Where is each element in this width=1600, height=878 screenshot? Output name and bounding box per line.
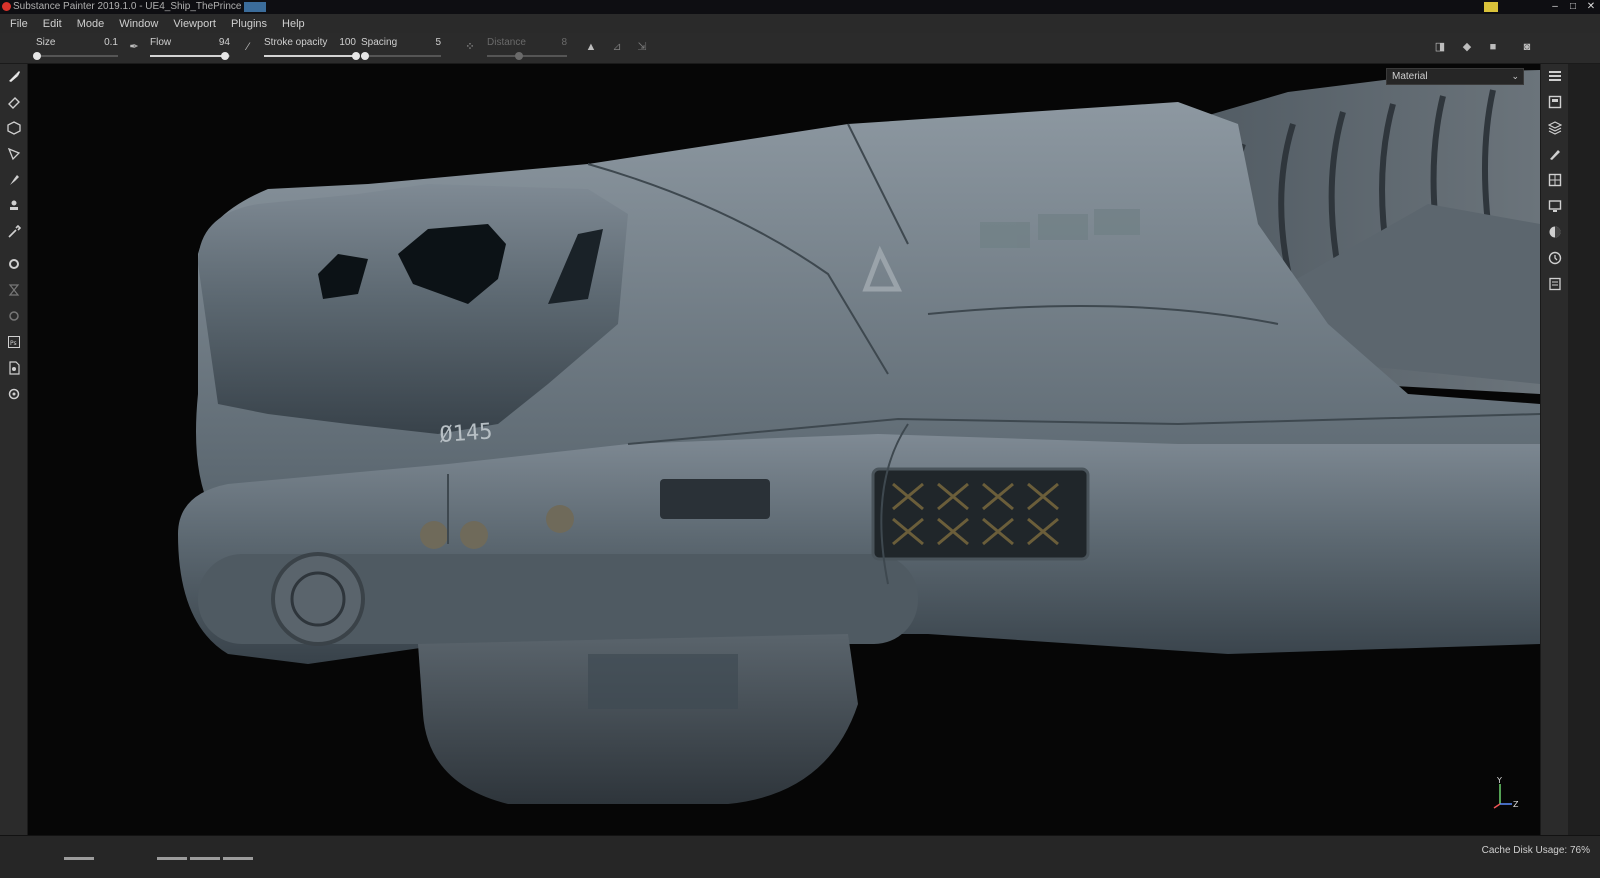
menu-window[interactable]: Window: [113, 18, 164, 30]
round-port: [546, 505, 574, 533]
app-logo-icon: [2, 2, 11, 11]
video-record-icon[interactable]: ■: [1485, 39, 1501, 55]
camera-mode-icon[interactable]: ◆: [1459, 39, 1475, 55]
alignment-icon[interactable]: ⊿: [609, 39, 625, 55]
display-mode-dropdown[interactable]: Material ⌄: [1386, 68, 1524, 85]
projection-icon[interactable]: [4, 118, 24, 138]
svg-text:Ps: Ps: [10, 340, 17, 347]
menu-viewport[interactable]: Viewport: [167, 18, 222, 30]
bake-settings-icon[interactable]: [4, 254, 24, 274]
svg-text:Z: Z: [1513, 800, 1519, 809]
size-value[interactable]: 0.1: [104, 37, 118, 48]
distance-slider: Distance 8: [487, 36, 567, 62]
right-dock-strip: [1568, 64, 1600, 835]
display-settings-icon[interactable]: [1545, 170, 1565, 190]
cycle-icon[interactable]: [4, 306, 24, 326]
backface-culling-icon[interactable]: ⇲: [634, 39, 650, 55]
layers-icon[interactable]: [1545, 118, 1565, 138]
minimize-icon[interactable]: –: [1546, 0, 1564, 14]
maximize-icon[interactable]: □: [1564, 0, 1582, 14]
shader-settings-icon[interactable]: [1545, 222, 1565, 242]
close-icon[interactable]: ✕: [1582, 0, 1600, 14]
cannon-muzzle: [271, 552, 365, 646]
stroke-opacity-handle[interactable]: [352, 52, 360, 60]
tool-sidebar: Ps: [0, 64, 28, 835]
properties-brush-icon[interactable]: [1545, 144, 1565, 164]
menu-file[interactable]: File: [4, 18, 34, 30]
vent-grille: [871, 467, 1090, 561]
lazy-mouse-icon[interactable]: ⁘: [462, 39, 478, 55]
export-textures-icon[interactable]: [4, 358, 24, 378]
flow-slider[interactable]: Flow 94: [150, 36, 230, 62]
size-pen-pressure-icon[interactable]: ✒: [126, 39, 142, 55]
dock-tabs: [64, 857, 253, 860]
stroke-opacity-value[interactable]: 100: [339, 37, 356, 48]
dock-tab[interactable]: [223, 857, 253, 860]
paint-brush-icon[interactable]: [4, 66, 24, 86]
settings-gear-icon[interactable]: [4, 384, 24, 404]
distance-slider-handle: [515, 52, 523, 60]
screenshot-camera-icon[interactable]: ◙: [1519, 39, 1535, 55]
window-title: Substance Painter 2019.1.0 - UE4_Ship_Th…: [13, 1, 242, 12]
spacing-slider-handle[interactable]: [361, 52, 369, 60]
context-toolbar: Size 0.1 ✒ Flow 94 ⁄ Stroke opacity 100 …: [0, 33, 1600, 64]
3d-viewport[interactable]: Ø145 Y Z: [28, 64, 1540, 835]
round-port: [420, 521, 448, 549]
dock-tab[interactable]: [190, 857, 220, 860]
distance-value: 8: [561, 37, 567, 48]
window-controls: – □ ✕: [1546, 0, 1600, 14]
texture-set-settings-icon[interactable]: [1545, 92, 1565, 112]
symmetry-icon[interactable]: ▲: [583, 39, 599, 55]
flow-value[interactable]: 94: [219, 37, 230, 48]
spaceship-model[interactable]: Ø145: [28, 64, 1540, 835]
color-picker-icon[interactable]: [4, 222, 24, 242]
round-port: [460, 521, 488, 549]
size-slider[interactable]: Size 0.1: [32, 36, 118, 62]
taskbar-thumbnail-icon: [1484, 2, 1498, 12]
title-bar: Substance Painter 2019.1.0 - UE4_Ship_Th…: [0, 0, 1600, 14]
hatch-panel: [660, 479, 770, 519]
chevron-down-icon: ⌄: [1511, 71, 1519, 81]
viewer-settings-icon[interactable]: [1545, 196, 1565, 216]
display-mode-value: Material: [1392, 71, 1428, 82]
texture-set-list-icon[interactable]: [1545, 66, 1565, 86]
menu-mode[interactable]: Mode: [71, 18, 111, 30]
flow-slider-handle[interactable]: [221, 52, 230, 60]
view-mode-icon[interactable]: ◨: [1432, 39, 1448, 55]
status-bar: Cache Disk Usage: 76%: [0, 835, 1600, 878]
history-icon[interactable]: [1545, 248, 1565, 268]
spacing-value[interactable]: 5: [435, 37, 441, 48]
menu-plugins[interactable]: Plugins: [225, 18, 273, 30]
menu-bar: File Edit Mode Window Viewport Plugins H…: [0, 14, 1600, 33]
spacing-slider[interactable]: Spacing 5: [361, 36, 441, 62]
cache-disk-usage: Cache Disk Usage: 76%: [1481, 845, 1590, 856]
clone-stamp-icon[interactable]: [4, 196, 24, 216]
taskbar-thumbnail-icon: [244, 2, 266, 12]
dock-tab[interactable]: [157, 857, 187, 860]
eraser-icon[interactable]: [4, 92, 24, 112]
log-icon[interactable]: [1545, 274, 1565, 294]
hull-number-decal: Ø145: [439, 419, 494, 448]
dock-tab[interactable]: [64, 857, 94, 860]
polygon-fill-icon[interactable]: [4, 144, 24, 164]
menu-edit[interactable]: Edit: [37, 18, 68, 30]
menu-help[interactable]: Help: [276, 18, 311, 30]
flow-pen-pressure-icon[interactable]: ⁄: [240, 39, 256, 55]
axis-gizmo: Y Z: [1493, 776, 1519, 809]
smudge-icon[interactable]: [4, 170, 24, 190]
panel-sidebar: [1540, 64, 1568, 835]
hourglass-icon[interactable]: [4, 280, 24, 300]
svg-text:Y: Y: [1496, 776, 1502, 785]
size-slider-handle[interactable]: [32, 52, 41, 60]
photoshop-export-icon[interactable]: Ps: [4, 332, 24, 352]
stroke-opacity-slider[interactable]: Stroke opacity 100: [264, 36, 360, 62]
